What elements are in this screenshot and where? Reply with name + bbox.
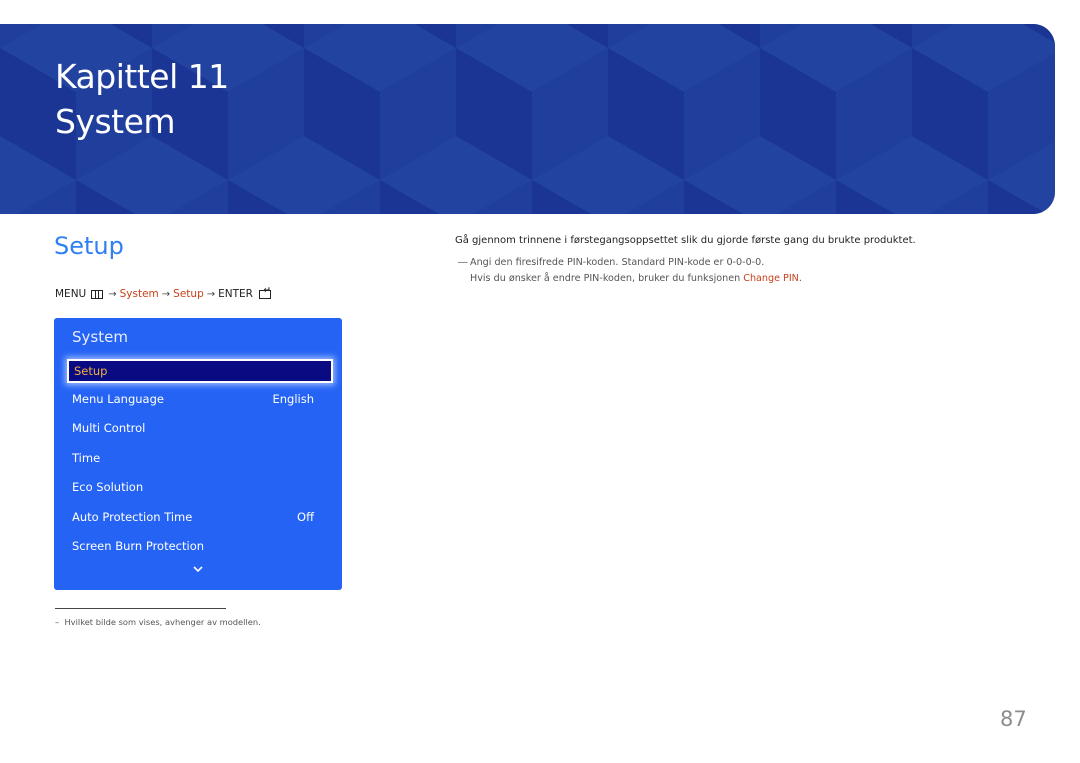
osd-item-screen-burn-protection: Screen Burn Protection [72, 536, 314, 556]
page-number: 87 [1000, 707, 1027, 731]
footnote-dash: – [55, 617, 60, 627]
chapter-banner: Kapittel 11 System [0, 24, 1055, 214]
osd-item-label: Screen Burn Protection [72, 539, 205, 553]
arrow-icon: → [206, 288, 216, 300]
note: ― Angi den firesifrede PIN-koden. Standa… [458, 255, 802, 287]
chapter-label: Kapittel 11 [55, 57, 229, 96]
osd-item-label: Multi Control [72, 421, 146, 435]
chevron-down-icon [193, 566, 203, 573]
chapter-title: Kapittel 11 System [55, 54, 229, 144]
enter-icon [258, 286, 271, 299]
osd-item-value: English [272, 392, 314, 406]
menu-path-setup: Setup [173, 288, 204, 300]
note-line-2-suffix: . [798, 273, 802, 284]
osd-item-value: Off [297, 510, 314, 524]
osd-item-eco-solution: Eco Solution [72, 477, 314, 497]
osd-item-label: Eco Solution [72, 480, 144, 494]
osd-item-label: Auto Protection Time [72, 510, 193, 524]
footnote-text: Hvilket bilde som vises, avhenger av mod… [64, 617, 261, 627]
arrow-icon: → [108, 288, 117, 300]
note-line-1: Angi den firesifrede PIN-koden. Standard… [470, 257, 765, 268]
osd-item-time: Time [72, 448, 314, 468]
footnote: – Hvilket bilde som vises, avhenger av m… [55, 617, 261, 627]
note-line-2: Hvis du ønsker å endre PIN-koden, bruker… [470, 271, 802, 287]
system-menu-screenshot: System Setup Menu Language English Multi… [54, 318, 342, 590]
osd-item-label: Menu Language [72, 392, 164, 406]
osd-item-label: Setup [74, 364, 108, 378]
change-pin-reference: Change PIN [743, 273, 799, 284]
menu-label: MENU [55, 288, 87, 300]
note-line-2-prefix: Hvis du ønsker å endre PIN-koden, bruker… [470, 273, 744, 284]
osd-item-auto-protection-time: Auto Protection Time Off [72, 507, 314, 527]
footnote-divider [55, 608, 226, 609]
menu-icon [91, 289, 104, 299]
osd-item-setup: Setup [67, 359, 333, 383]
note-dash-icon: ― [458, 257, 468, 268]
osd-item-label: Time [72, 451, 101, 465]
osd-title: System [72, 328, 128, 346]
arrow-icon: → [161, 288, 171, 300]
osd-item-menu-language: Menu Language English [72, 389, 314, 409]
description-text: Gå gjennom trinnene i førstegangsoppsett… [455, 235, 916, 246]
enter-label: ENTER [218, 288, 253, 300]
menu-path: MENU → System → Setup → ENTER [55, 286, 271, 300]
osd-item-multi-control: Multi Control [72, 418, 314, 438]
chapter-name: System [55, 102, 176, 141]
section-title: Setup [54, 232, 124, 260]
menu-path-system: System [119, 288, 159, 300]
